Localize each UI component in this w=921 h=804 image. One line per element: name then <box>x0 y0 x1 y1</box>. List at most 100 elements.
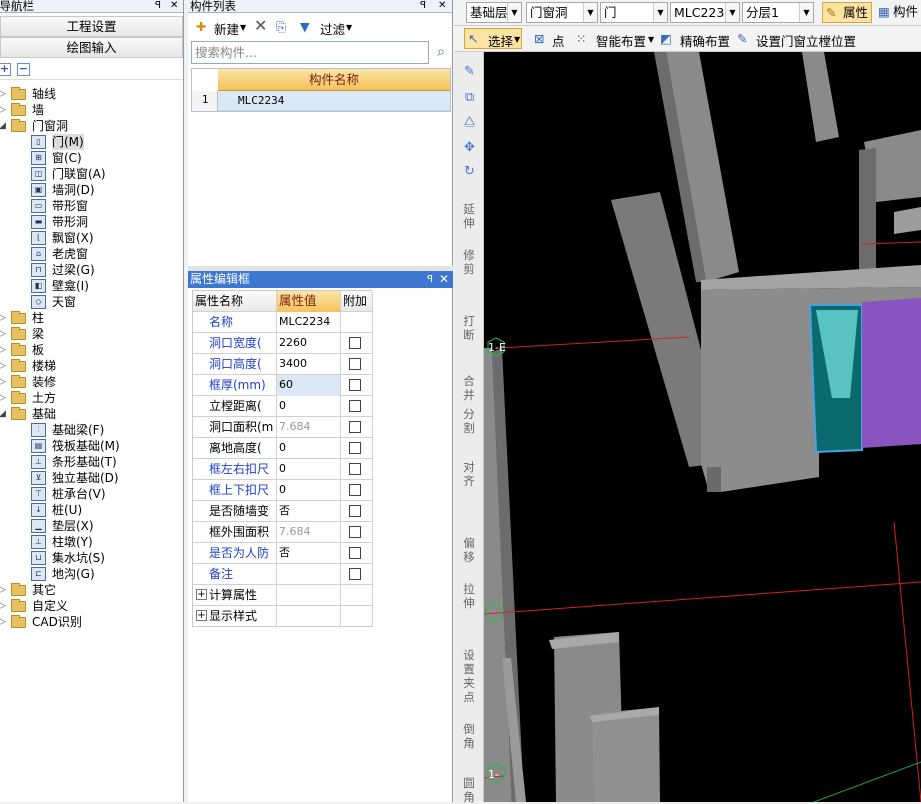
attr-row[interactable]: 是否为人防 否 <box>193 543 373 564</box>
smart-layout-button[interactable]: 智能布置 <box>596 31 646 50</box>
category-select[interactable]: 门窗洞 ▼ <box>526 2 598 23</box>
tree-item-found_items-1[interactable]: ▤ 筏板基础(M) <box>0 438 183 454</box>
collapsed-arrow-icon[interactable]: ▷ <box>0 342 6 358</box>
tree-folder-folders2-3[interactable]: ▷ 楼梯 <box>0 358 183 374</box>
tree-item-found_items-5[interactable]: ↓ 桩(U) <box>0 502 183 518</box>
mirror-icon[interactable]: ⧋ <box>462 114 477 129</box>
attr-row[interactable]: 名称 MLC2234 <box>193 312 373 333</box>
copy-icon[interactable]: ⎘ <box>276 19 286 35</box>
rotate-icon[interactable]: ↻ <box>462 164 477 179</box>
tree-folder-folders-1[interactable]: ▷ 墙 <box>0 102 183 118</box>
tool-6[interactable]: 偏移 <box>462 536 476 564</box>
extra-checkbox[interactable] <box>349 568 361 580</box>
tree-item-door_items-8[interactable]: ⊓ 过梁(G) <box>0 262 183 278</box>
tree-item-door_items-4[interactable]: ▭ 带形窗 <box>0 198 183 214</box>
tree-item-door_items-9[interactable]: ◧ 壁龛(I) <box>0 278 183 294</box>
attr-row[interactable]: 框左右扣尺 0 <box>193 459 373 480</box>
chevron-down-icon[interactable]: ▼ <box>507 3 521 22</box>
tool-5[interactable]: 对齐 <box>462 460 476 488</box>
expand-all-icon[interactable]: + <box>0 63 11 76</box>
extra-checkbox[interactable] <box>349 463 361 475</box>
layer-select[interactable]: 分层1 ▼ <box>742 2 814 23</box>
3d-viewport[interactable]: 1-E 1- <box>484 52 921 802</box>
tree-folder-folders2-1[interactable]: ▷ 梁 <box>0 326 183 342</box>
dropdown-arrow-icon[interactable]: ▼ <box>240 23 246 32</box>
dropdown-arrow-icon[interactable]: ▼ <box>648 35 654 44</box>
tree-item-door_items-7[interactable]: ⌂ 老虎窗 <box>0 246 183 262</box>
attr-row[interactable]: 框厚(mm) 60 <box>193 375 373 396</box>
extra-checkbox[interactable] <box>349 337 361 349</box>
tree-item-found_items-6[interactable]: ▁ 垫层(X) <box>0 518 183 534</box>
tree-folder-folders2-2[interactable]: ▷ 板 <box>0 342 183 358</box>
dropdown-arrow-icon[interactable]: ▼ <box>346 23 352 32</box>
copy-icon[interactable]: ⧉ <box>462 90 477 105</box>
table-row[interactable]: 1 MLC2234 <box>192 91 450 111</box>
attr-value[interactable]: 0 <box>277 459 341 480</box>
attr-row[interactable]: 洞口宽度( 2260 <box>193 333 373 354</box>
expand-plus-icon[interactable]: + <box>196 610 207 621</box>
tree-folder-folders3-1[interactable]: ▷ 自定义 <box>0 598 183 614</box>
attr-value[interactable]: MLC2234 <box>277 312 341 333</box>
tree-item-found_items-8[interactable]: ⊔ 集水坑(S) <box>0 550 183 566</box>
collapsed-arrow-icon[interactable]: ▷ <box>0 390 6 406</box>
attr-value[interactable]: 2260 <box>277 333 341 354</box>
floor-select[interactable]: 基础层 ▼ <box>466 2 522 23</box>
tree-item-found_items-4[interactable]: ⊤ 桩承台(V) <box>0 486 183 502</box>
attr-row[interactable]: 备注 <box>193 564 373 585</box>
attr-row[interactable]: 洞口高度( 3400 <box>193 354 373 375</box>
collapsed-arrow-icon[interactable]: ▷ <box>0 86 6 102</box>
attr-row[interactable]: 洞口面积(m 7.684 <box>193 417 373 438</box>
tool-2[interactable]: 打断 <box>462 314 476 342</box>
attr-row[interactable]: 离地高度( 0 <box>193 438 373 459</box>
tool-4[interactable]: 分割 <box>462 407 476 435</box>
attr-value[interactable]: 60 <box>277 375 341 396</box>
tool-1[interactable]: 修剪 <box>462 248 476 276</box>
type-select[interactable]: 门 ▼ <box>600 2 668 23</box>
filter-button[interactable]: 过滤 <box>320 19 345 38</box>
tree-item-door_items-5[interactable]: ▬ 带形洞 <box>0 214 183 230</box>
tree-folder-folders3-0[interactable]: ▷ 其它 <box>0 582 183 598</box>
new-icon[interactable]: ✚ <box>196 19 206 34</box>
chevron-down-icon[interactable]: ▼ <box>583 3 597 22</box>
project-settings-button[interactable]: 工程设置 <box>0 16 183 37</box>
extra-checkbox[interactable] <box>349 547 361 559</box>
tree-item-found_items-7[interactable]: ⊥ 柱墩(Y) <box>0 534 183 550</box>
attr-value[interactable]: 0 <box>277 480 341 501</box>
tree-item-door_items-2[interactable]: ◫ 门联窗(A) <box>0 166 183 182</box>
expanded-arrow-icon[interactable]: ◢ <box>0 118 6 134</box>
tree-item-found_items-2[interactable]: ⊥ 条形基础(T) <box>0 454 183 470</box>
collapsed-arrow-icon[interactable]: ▷ <box>0 582 6 598</box>
tree-item-found_items-0[interactable]: ⫶ 基础梁(F) <box>0 422 183 438</box>
expand-plus-icon[interactable]: + <box>196 589 207 600</box>
pin-icon[interactable]: ꟼ <box>155 0 161 12</box>
extra-checkbox[interactable] <box>349 358 361 370</box>
tool-3[interactable]: 合并 <box>462 374 476 402</box>
collapsed-arrow-icon[interactable]: ▷ <box>0 598 6 614</box>
delete-icon[interactable]: ✕ <box>254 16 267 35</box>
chevron-down-icon[interactable]: ▼ <box>725 3 739 22</box>
collapsed-arrow-icon[interactable]: ▷ <box>0 326 6 342</box>
extra-checkbox[interactable] <box>349 484 361 496</box>
attr-value[interactable] <box>277 564 341 585</box>
tool-9[interactable]: 倒角 <box>462 722 476 750</box>
tree-item-door_items-0[interactable]: ▯ 门(M) <box>0 134 183 150</box>
tree-item-door_items-1[interactable]: ⊞ 窗(C) <box>0 150 183 166</box>
search-icon[interactable]: ⌕ <box>431 41 451 64</box>
draw-input-button[interactable]: 绘图输入 <box>0 37 183 58</box>
components-toggle[interactable]: ▦ 构件 <box>875 2 921 23</box>
attr-row[interactable]: 立樘距离( 0 <box>193 396 373 417</box>
tree-item-door_items-3[interactable]: ▣ 墙洞(D) <box>0 182 183 198</box>
expanded-arrow-icon[interactable]: ◢ <box>0 406 6 422</box>
tree-folder-folders-0[interactable]: ▷ 轴线 <box>0 86 183 102</box>
attr-row[interactable]: 框上下扣尺 0 <box>193 480 373 501</box>
collapsed-arrow-icon[interactable]: ▷ <box>0 614 6 630</box>
chevron-down-icon[interactable]: ▼ <box>799 3 813 22</box>
collapse-all-icon[interactable]: − <box>17 63 30 76</box>
tree-item-door_items-6[interactable]: ⌊ 飘窗(X) <box>0 230 183 246</box>
attr-value[interactable]: 0 <box>277 438 341 459</box>
attr-value[interactable]: 0 <box>277 396 341 417</box>
search-input[interactable]: 搜索构件... <box>191 41 429 64</box>
collapsed-arrow-icon[interactable]: ▷ <box>0 310 6 326</box>
extra-checkbox[interactable] <box>349 505 361 517</box>
extra-checkbox[interactable] <box>349 379 361 391</box>
